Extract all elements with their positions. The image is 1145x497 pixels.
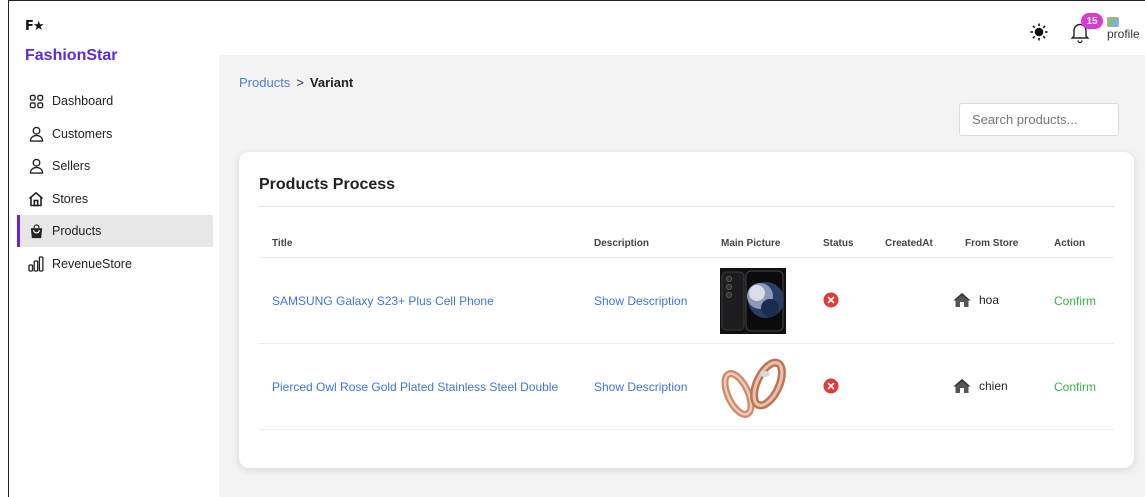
store-cell: hoa: [953, 292, 999, 308]
user-icon: [28, 126, 44, 142]
sidebar-item-sellers[interactable]: Sellers: [17, 150, 213, 182]
card-title: Products Process: [259, 176, 396, 193]
confirm-button[interactable]: Confirm: [1054, 294, 1096, 308]
sidebar-item-dashboard[interactable]: Dashboard: [17, 85, 213, 117]
table-row: SAMSUNG Galaxy S23+ Plus Cell Phone Show…: [259, 258, 1114, 344]
bar-chart-icon: [28, 256, 44, 272]
sidebar-item-stores[interactable]: Stores: [17, 183, 213, 215]
status-rejected-icon: [823, 378, 839, 394]
show-description-link[interactable]: Show Description: [594, 380, 687, 394]
sidebar-item-products[interactable]: Products: [17, 215, 213, 248]
column-header-action: Action: [1054, 238, 1086, 249]
store-cell: chien: [953, 378, 1008, 394]
home-icon: [953, 293, 971, 307]
column-header-main-picture: Main Picture: [721, 238, 781, 249]
sidebar-item-label: Sellers: [52, 159, 91, 174]
sidebar-item-label: RevenueStore: [52, 256, 132, 271]
card-divider: [258, 206, 1115, 207]
breadcrumb-current: Variant: [309, 75, 354, 90]
store-name: hoa: [979, 293, 1000, 307]
confirm-button[interactable]: Confirm: [1054, 380, 1096, 394]
avatar[interactable]: profile: [1107, 17, 1143, 47]
logo[interactable]: F★: [25, 19, 45, 34]
show-description-link[interactable]: Show Description: [594, 294, 687, 308]
store-name: chien: [979, 379, 1008, 393]
status-rejected-icon: [823, 292, 839, 308]
table-row: Pierced Owl Rose Gold Plated Stainless S…: [259, 344, 1114, 430]
home-icon: [953, 379, 971, 393]
sidebar-item-label: Products: [52, 224, 102, 239]
product-image-rings[interactable]: [720, 354, 786, 420]
breadcrumb-separator: >: [296, 75, 304, 90]
products-card: Products Process Title Description Main …: [239, 152, 1134, 468]
sun-icon[interactable]: [1030, 23, 1048, 41]
home-icon: [28, 191, 44, 207]
app-frame: F★ FashionStar Dashboard Customers Selle…: [8, 0, 1145, 497]
brand-name[interactable]: FashionStar: [25, 47, 117, 65]
sidebar-item-revenuestore[interactable]: RevenueStore: [17, 248, 213, 280]
sidebar-item-label: Dashboard: [52, 94, 114, 108]
column-header-from-store: From Store: [965, 238, 1019, 249]
user-icon: [28, 158, 44, 174]
table-header: Title Description Main Picture Status Cr…: [259, 230, 1114, 258]
notification-button[interactable]: 15: [1069, 13, 1103, 45]
product-title-link[interactable]: Pierced Owl Rose Gold Plated Stainless S…: [272, 380, 558, 394]
sidebar: F★ FashionStar Dashboard Customers Selle…: [9, 1, 219, 497]
search-input[interactable]: [959, 103, 1119, 136]
grid-icon: [28, 93, 44, 109]
sidebar-item-label: Customers: [52, 126, 113, 141]
column-header-description: Description: [594, 238, 650, 249]
column-header-title: Title: [272, 238, 293, 249]
sidebar-item-label: Stores: [52, 191, 89, 206]
sidebar-nav: Dashboard Customers Sellers Stores Produ…: [17, 85, 213, 281]
products-table: Title Description Main Picture Status Cr…: [259, 230, 1114, 430]
column-header-status: Status: [823, 238, 854, 249]
profile-alt-text: profile: [1107, 27, 1140, 41]
product-image-phone[interactable]: [720, 268, 786, 334]
breadcrumb-link-products[interactable]: Products: [239, 75, 290, 90]
sidebar-item-customers[interactable]: Customers: [17, 118, 213, 150]
shopping-bag-icon: [28, 223, 44, 239]
breadcrumb: Products > Variant: [239, 75, 353, 90]
product-title-link[interactable]: SAMSUNG Galaxy S23+ Plus Cell Phone: [272, 294, 494, 308]
notification-badge: 15: [1081, 13, 1103, 29]
column-header-created-at: CreatedAt: [885, 238, 933, 249]
top-header: 15 profile: [219, 1, 1145, 55]
broken-image-icon: [1107, 17, 1119, 27]
